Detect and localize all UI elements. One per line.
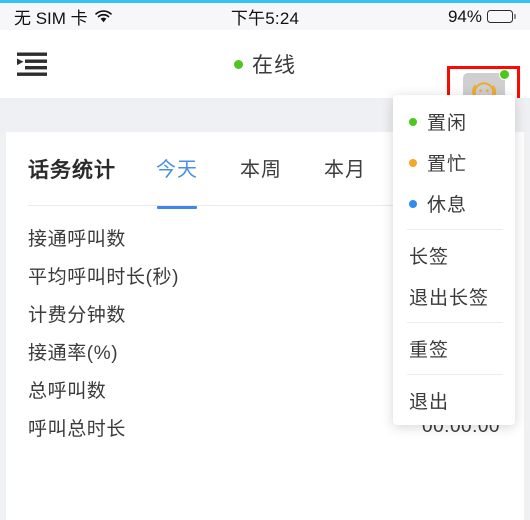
battery-cap bbox=[514, 14, 516, 19]
menu-item-busy[interactable]: 置忙 bbox=[393, 142, 515, 183]
card-title: 话务统计 bbox=[28, 158, 116, 182]
tab-this-month[interactable]: 本月 bbox=[324, 153, 366, 184]
nav-title: 在线 bbox=[252, 54, 296, 77]
app-root: 无 SIM 卡 下午5:24 94% 在线 话务统计 今天 本周 本月 接通呼叫… bbox=[0, 0, 530, 520]
period-tabs: 今天 本周 本月 bbox=[156, 153, 366, 184]
menu-item-label: 置闲 bbox=[427, 113, 468, 134]
list-menu-icon bbox=[17, 52, 47, 76]
stat-label: 计费分钟数 bbox=[28, 304, 127, 326]
wifi-icon bbox=[94, 10, 112, 23]
menu-item-label: 休息 bbox=[427, 195, 468, 216]
status-dot-blue bbox=[409, 199, 417, 208]
status-dot-orange bbox=[409, 158, 417, 167]
menu-button[interactable] bbox=[16, 40, 72, 88]
menu-item-exit-long-sign[interactable]: 退出长签 bbox=[393, 276, 515, 317]
menu-item-resign[interactable]: 重签 bbox=[393, 328, 515, 369]
menu-item-label: 退出长签 bbox=[409, 288, 490, 309]
status-bar-right: 94% bbox=[448, 7, 516, 27]
battery-percent-label: 94% bbox=[447, 6, 482, 26]
online-status-dot bbox=[234, 59, 243, 69]
avatar-status-badge bbox=[498, 69, 510, 80]
stat-label: 呼叫总时长 bbox=[28, 418, 127, 440]
status-bar: 无 SIM 卡 下午5:24 94% bbox=[0, 3, 530, 30]
stat-label: 接通率(%) bbox=[28, 342, 119, 364]
menu-item-rest[interactable]: 休息 bbox=[393, 183, 515, 224]
menu-item-label: 退出 bbox=[409, 392, 450, 413]
stat-label: 平均呼叫时长(秒) bbox=[28, 266, 180, 288]
tab-today[interactable]: 今天 bbox=[156, 153, 198, 184]
menu-divider bbox=[407, 374, 503, 375]
menu-item-logout[interactable]: 退出 bbox=[393, 380, 515, 421]
tab-this-week[interactable]: 本周 bbox=[240, 153, 282, 184]
menu-divider bbox=[407, 322, 503, 323]
status-bar-left: 无 SIM 卡 bbox=[14, 4, 112, 29]
battery-icon bbox=[487, 10, 516, 23]
nav-bar: 在线 bbox=[0, 30, 530, 122]
menu-item-long-sign[interactable]: 长签 bbox=[393, 235, 515, 276]
agent-status-dropdown: 置闲 置忙 休息 长签 退出长签 重签 退出 bbox=[393, 95, 515, 425]
menu-item-idle[interactable]: 置闲 bbox=[393, 101, 515, 142]
menu-item-label: 长签 bbox=[409, 247, 450, 268]
battery-body bbox=[487, 10, 513, 23]
stat-label: 接通呼叫数 bbox=[28, 228, 127, 250]
carrier-label: 无 SIM 卡 bbox=[14, 9, 88, 28]
status-dot-green bbox=[409, 117, 417, 126]
menu-divider bbox=[407, 229, 503, 230]
menu-item-label: 重签 bbox=[409, 340, 450, 361]
menu-item-label: 置忙 bbox=[427, 154, 468, 175]
stat-label: 总呼叫数 bbox=[28, 380, 107, 402]
